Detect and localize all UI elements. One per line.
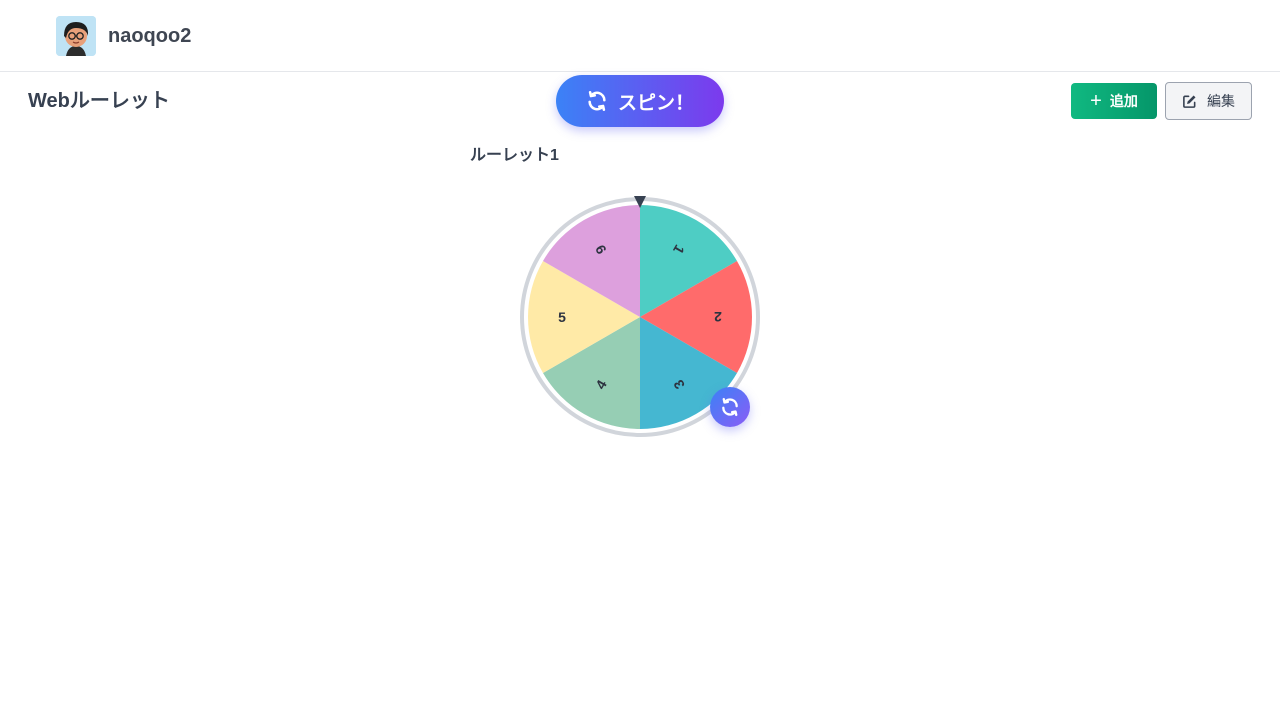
add-button-label: 追加 <box>1109 93 1138 109</box>
edit-button-label: 編集 <box>1207 93 1235 109</box>
username[interactable]: naoqoo2 <box>108 24 191 48</box>
plus-icon: + <box>1090 90 1102 112</box>
add-button[interactable]: + 追加 <box>1071 83 1157 119</box>
refresh-icon <box>722 397 738 417</box>
spin-button-label: スピン！ <box>617 92 694 114</box>
edit-icon <box>1183 95 1196 108</box>
wheel-label-5: 5 <box>558 309 566 325</box>
wheel-label-2: 2 <box>714 309 722 325</box>
avatar-image <box>56 16 96 56</box>
top-bar: naoqoo2 <box>0 0 1280 72</box>
refresh-icon <box>588 91 606 111</box>
spin-button[interactable]: スピン！ <box>556 75 724 127</box>
edit-button[interactable]: 編集 <box>1165 82 1252 120</box>
wheel-spin-button[interactable] <box>710 387 750 427</box>
roulette-name: ルーレット1 <box>470 147 559 164</box>
avatar[interactable] <box>56 16 96 56</box>
page-title: Webルーレット <box>28 90 170 112</box>
